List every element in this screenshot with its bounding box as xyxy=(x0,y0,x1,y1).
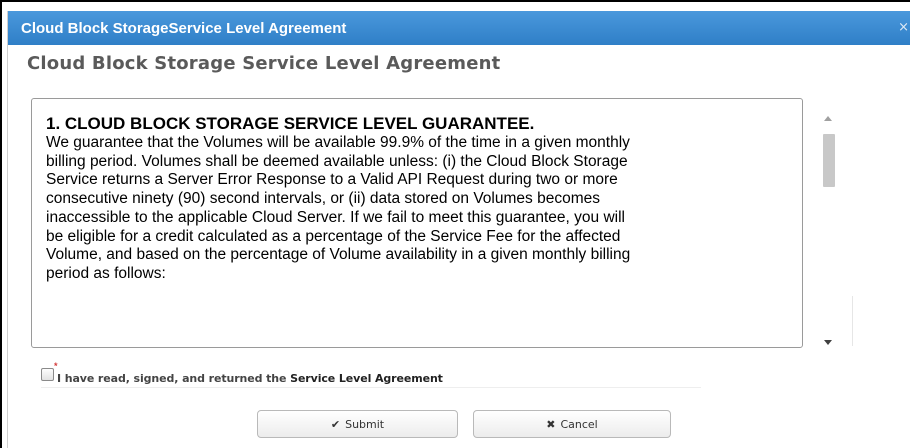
cancel-button[interactable]: ✖ Cancel xyxy=(473,410,671,438)
submit-button-label: Submit xyxy=(345,417,385,431)
required-indicator: * xyxy=(54,361,58,371)
agreement-line: billing period. Volumes shall be deemed … xyxy=(46,152,628,170)
agreement-line: Volume, and based on the percentage of V… xyxy=(46,246,631,264)
scroll-up-arrow-icon[interactable] xyxy=(824,116,832,121)
check-icon: ✔ xyxy=(330,417,341,431)
agreement-scrollbar[interactable] xyxy=(821,113,837,349)
sla-link[interactable]: Service Level Agreement xyxy=(290,372,443,385)
agreement-text: 1. CLOUD BLOCK STORAGE SERVICE LEVEL GUA… xyxy=(46,114,802,284)
agreement-line: Service returns a Server Error Response … xyxy=(46,171,618,189)
agreement-line: consecutive ninety (90) second intervals… xyxy=(46,190,600,208)
cancel-button-label: Cancel xyxy=(560,417,598,431)
agreement-section-body: We guarantee that the Volumes will be av… xyxy=(46,134,802,284)
agreement-label-prefix: I have read, signed, and returned the xyxy=(57,372,291,385)
agreement-text-box[interactable]: 1. CLOUD BLOCK STORAGE SERVICE LEVEL GUA… xyxy=(31,98,803,348)
agreement-line: be eligible for a credit calculated as a… xyxy=(46,227,621,245)
scrollbar-thumb[interactable] xyxy=(823,134,835,187)
agreement-checkbox-label[interactable]: I have read, signed, and returned the Se… xyxy=(57,372,443,385)
page-title: Cloud Block Storage Service Level Agreem… xyxy=(27,53,501,74)
agreement-checkbox-row: * I have read, signed, and returned the … xyxy=(41,361,701,388)
agreement-line: period as follows: xyxy=(46,264,166,282)
agreement-checkbox[interactable] xyxy=(41,368,54,381)
x-icon: ✖ xyxy=(546,417,556,431)
agreement-line: We guarantee that the Volumes will be av… xyxy=(46,134,630,151)
dialog-title-bar: Cloud Block StorageService Level Agreeme… xyxy=(8,11,910,45)
divider xyxy=(852,296,853,346)
submit-button[interactable]: ✔ Submit xyxy=(257,410,458,438)
scroll-down-arrow-icon[interactable] xyxy=(824,340,832,345)
close-icon[interactable]: × xyxy=(898,20,909,35)
agreement-line: inaccessible to the applicable Cloud Ser… xyxy=(46,208,625,226)
agreement-section-heading: 1. CLOUD BLOCK STORAGE SERVICE LEVEL GUA… xyxy=(46,114,535,133)
dialog-title: Cloud Block StorageService Level Agreeme… xyxy=(21,20,347,37)
